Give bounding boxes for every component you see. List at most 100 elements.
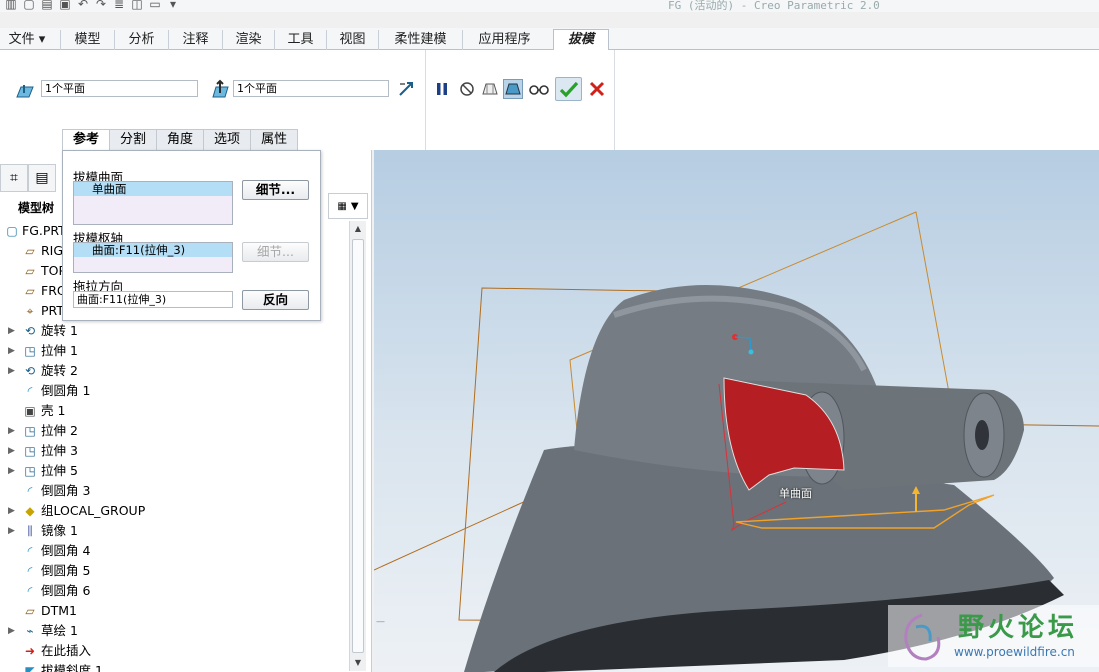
draft-hinge-field[interactable]: 1个平面 bbox=[233, 80, 389, 97]
expand-icon[interactable]: ▶ bbox=[8, 341, 15, 361]
draft-hinges-item[interactable]: 曲面:F11(拉伸_3) bbox=[74, 243, 232, 257]
save-icon[interactable]: ▣ bbox=[58, 0, 72, 11]
flip-button[interactable]: 反向 bbox=[242, 290, 309, 310]
draft-icon: ◤ bbox=[25, 664, 35, 672]
tree-item-label: DTM1 bbox=[41, 603, 77, 618]
model-view bbox=[374, 211, 1099, 672]
app-icon[interactable]: ▥ bbox=[4, 0, 18, 11]
tab-applications[interactable]: 应用程序 bbox=[462, 30, 546, 50]
no-preview-icon[interactable] bbox=[457, 79, 477, 99]
scroll-down-icon[interactable]: ▼ bbox=[350, 655, 366, 671]
tree-item[interactable]: ▶ ◳ 拉伸 1 bbox=[0, 341, 350, 361]
tab-annotate[interactable]: 注释 bbox=[168, 30, 222, 50]
tree-item[interactable]: ▶ ⫼ 镜像 1 bbox=[0, 521, 350, 541]
sketch-icon: ⌁ bbox=[26, 624, 34, 638]
tab-flexible-modeling[interactable]: 柔性建模 bbox=[378, 30, 462, 50]
draft-hinges-list[interactable]: 曲面:F11(拉伸_3) bbox=[73, 242, 233, 273]
tree-item-label: 拉伸 2 bbox=[41, 423, 78, 438]
tree-item[interactable]: ◜ 倒圆角 4 bbox=[0, 541, 350, 561]
ribbon-separator bbox=[425, 50, 426, 150]
tree-item[interactable]: ▶ ⟲ 旋转 2 bbox=[0, 361, 350, 381]
tab-file[interactable]: 文件 ▾ bbox=[2, 30, 52, 50]
expand-icon[interactable]: ▶ bbox=[8, 361, 15, 381]
expand-icon[interactable]: ▶ bbox=[8, 521, 15, 541]
tree-item[interactable]: ➜ 在此插入 bbox=[0, 641, 350, 661]
expand-icon[interactable]: ▶ bbox=[8, 461, 15, 481]
csys-point bbox=[748, 349, 754, 355]
references-panel: 拔模曲面 单曲面 细节... 拔模枢轴 曲面:F11(拉伸_3) 细节... 拖… bbox=[62, 150, 321, 321]
geometry-preview-icon[interactable] bbox=[480, 79, 500, 99]
group-icon: ◆ bbox=[25, 504, 35, 518]
windows-icon[interactable]: ◫ bbox=[130, 0, 144, 11]
undo-icon[interactable]: ↶ bbox=[76, 0, 90, 11]
verify-mode-icon[interactable] bbox=[503, 79, 523, 99]
tree-item[interactable]: ▱ DTM1 bbox=[0, 601, 350, 621]
tab-render[interactable]: 渲染 bbox=[222, 30, 274, 50]
close-window-icon[interactable]: ▭ bbox=[148, 0, 162, 11]
tab-analysis[interactable]: 分析 bbox=[114, 30, 168, 50]
tree-item[interactable]: ◜ 倒圆角 6 bbox=[0, 581, 350, 601]
extrude-icon: ◳ bbox=[24, 464, 36, 478]
glasses-icon[interactable] bbox=[528, 79, 550, 99]
expand-icon[interactable]: ▶ bbox=[8, 441, 15, 461]
graphics-viewport[interactable]: 单曲面 bbox=[374, 150, 1099, 672]
pause-icon[interactable] bbox=[433, 79, 451, 99]
round-icon: ◜ bbox=[27, 584, 33, 598]
ribbon-tabs: 文件 ▾ 模型 分析 注释 渲染 工具 视图 柔性建模 应用程序 拔模 bbox=[0, 28, 1099, 51]
subtab-split[interactable]: 分割 bbox=[109, 129, 158, 150]
regenerate-icon[interactable]: ≣ bbox=[112, 0, 126, 11]
tree-item-label: 倒圆角 6 bbox=[41, 583, 91, 598]
expand-icon[interactable]: ▶ bbox=[8, 321, 15, 341]
folder-browser-tab-icon[interactable]: ▤ bbox=[28, 164, 56, 192]
tree-item[interactable]: ▣ 壳 1 bbox=[0, 401, 350, 421]
navigator-tabs: ⌗ ▤ bbox=[0, 164, 56, 192]
tree-item[interactable]: ▶ ⟲ 旋转 1 bbox=[0, 321, 350, 341]
draft-surface-field[interactable]: 1个平面 bbox=[41, 80, 198, 97]
model-tree-tab-icon[interactable]: ⌗ bbox=[0, 164, 28, 192]
expand-icon[interactable]: ▶ bbox=[8, 621, 15, 641]
tree-item[interactable]: ▶ ◆ 组LOCAL_GROUP bbox=[0, 501, 350, 521]
datum-plane-icon: ▱ bbox=[25, 284, 35, 298]
draft-surfaces-list[interactable]: 单曲面 bbox=[73, 181, 233, 225]
scroll-thumb[interactable] bbox=[352, 239, 364, 653]
customize-qat-icon[interactable]: ▾ bbox=[166, 0, 180, 11]
tree-item[interactable]: ◜ 倒圆角 5 bbox=[0, 561, 350, 581]
draft-surfaces-item[interactable]: 单曲面 bbox=[74, 182, 232, 196]
tree-item[interactable]: ▶ ◳ 拉伸 2 bbox=[0, 421, 350, 441]
round-icon: ◜ bbox=[27, 544, 33, 558]
insert-arrow-icon: ➜ bbox=[24, 644, 36, 658]
model-tree-scrollbar[interactable]: ▲ ▼ bbox=[349, 221, 366, 671]
tree-settings-button[interactable]: ▦ ▼ bbox=[328, 193, 368, 219]
tree-item[interactable]: ◤ 拔模斜度 1 bbox=[0, 661, 350, 672]
tree-item[interactable]: ◜ 倒圆角 3 bbox=[0, 481, 350, 501]
tab-tools[interactable]: 工具 bbox=[274, 30, 326, 50]
cancel-button[interactable] bbox=[586, 79, 608, 99]
new-file-icon[interactable]: ▢ bbox=[22, 0, 36, 11]
expand-icon[interactable]: ▶ bbox=[8, 421, 15, 441]
tab-draft[interactable]: 拔模 bbox=[553, 29, 609, 51]
subtab-options[interactable]: 选项 bbox=[203, 129, 252, 150]
details-button[interactable]: 细节... bbox=[242, 180, 309, 200]
subtab-angles[interactable]: 角度 bbox=[156, 129, 205, 150]
pull-direction-field[interactable]: 曲面:F11(拉伸_3) bbox=[73, 291, 233, 308]
surface-callout: 单曲面 bbox=[779, 487, 812, 500]
redo-icon[interactable]: ↷ bbox=[94, 0, 108, 11]
chevron-down-icon: ▼ bbox=[350, 200, 359, 212]
tree-item[interactable]: ▶ ◳ 拉伸 5 bbox=[0, 461, 350, 481]
tree-item[interactable]: ◜ 倒圆角 1 bbox=[0, 381, 350, 401]
ok-button[interactable] bbox=[555, 77, 582, 101]
tree-item-label: 壳 1 bbox=[41, 403, 66, 418]
tab-view[interactable]: 视图 bbox=[326, 30, 378, 50]
tree-item[interactable]: ▶ ◳ 拉伸 3 bbox=[0, 441, 350, 461]
tree-item[interactable]: ▶ ⌁ 草绘 1 bbox=[0, 621, 350, 641]
tab-model[interactable]: 模型 bbox=[60, 30, 114, 50]
datum-plane-icon: ▱ bbox=[25, 604, 35, 618]
flip-direction-icon[interactable] bbox=[396, 79, 416, 99]
subtab-references[interactable]: 参考 bbox=[62, 129, 111, 150]
subtab-properties[interactable]: 属性 bbox=[250, 129, 299, 150]
scroll-up-icon[interactable]: ▲ bbox=[350, 221, 366, 237]
datum-plane-icon: ▱ bbox=[25, 244, 35, 258]
open-folder-icon[interactable]: ▤ bbox=[40, 0, 54, 11]
revolve-icon: ⟲ bbox=[24, 324, 36, 338]
expand-icon[interactable]: ▶ bbox=[8, 501, 15, 521]
